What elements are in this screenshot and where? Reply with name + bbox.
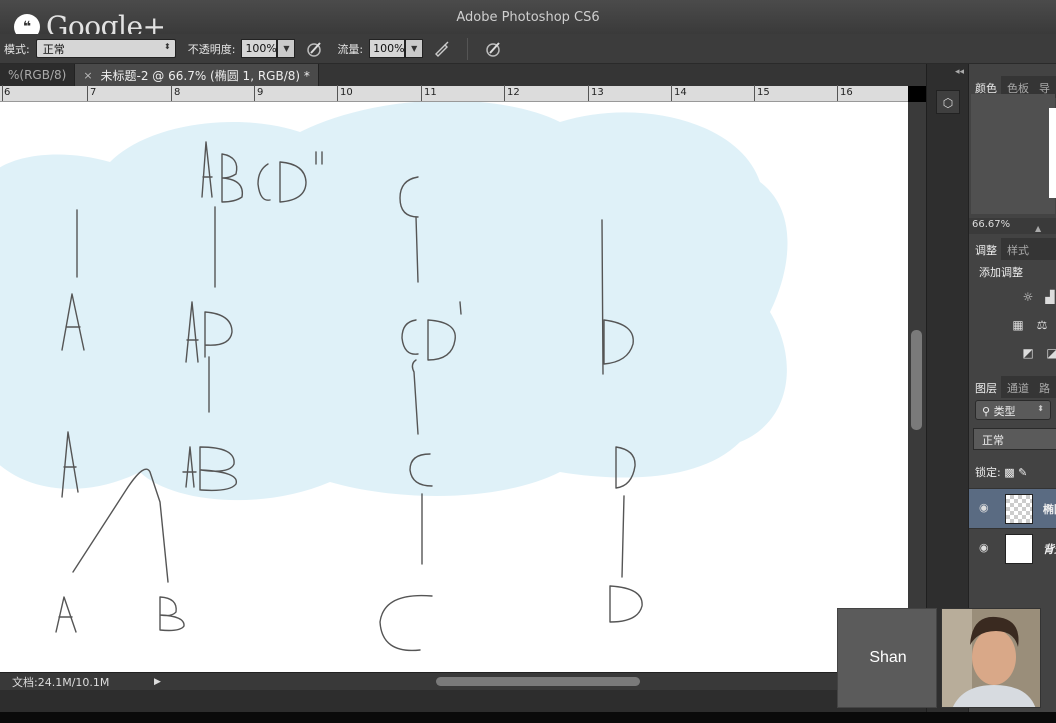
ruler-label: 15 [757,87,770,98]
color-balance-icon[interactable]: ⚖ [1035,318,1049,332]
screen-bottom-edge [0,712,1056,723]
ruler-label: 13 [591,87,604,98]
flow-dropdown-button[interactable]: ▼ [405,39,424,58]
drawing-layer [0,102,788,652]
cloud-shape [0,102,788,501]
hangout-participant-card[interactable]: Shan [837,608,937,708]
eye-icon[interactable]: ◉ [979,501,989,514]
updown-arrow-icon: ⬍ [164,42,171,51]
status-bar: 文档:24.1M/10.1M ▶ [0,672,926,690]
levels-icon[interactable]: ▟ [1043,290,1056,304]
zoom-out-icon[interactable]: ▲ [1035,224,1041,233]
layer-row-background[interactable]: ◉ 背景 [969,528,1056,568]
layer-row-ellipse[interactable]: ◉ 椭圆 1 [969,488,1056,528]
vertical-scrollbar[interactable] [908,102,926,672]
tab-layers[interactable]: 图层 [969,376,1001,398]
ruler-label: 14 [674,87,687,98]
tab-paths[interactable]: 路 [1033,376,1054,398]
document-canvas[interactable] [0,102,908,672]
vibrance-icon[interactable]: ▦ [1011,318,1025,332]
flow-input[interactable]: 100% [369,39,406,58]
tab-styles[interactable]: 样式 [1001,238,1033,260]
participant-name: Shan [869,649,907,666]
webcam-person-image [942,609,1040,707]
layer-name: 背景 [1043,543,1056,556]
layers-panel-tabs: 图层 通道 路 [969,376,1056,398]
tab-channels[interactable]: 通道 [1001,376,1033,398]
blend-mode-select[interactable]: 正常 [973,428,1056,450]
ruler-label: 11 [424,87,437,98]
brightness-icon[interactable]: ☼ [1021,290,1035,304]
mode-value: 正常 [42,42,65,56]
navigator-zoom-row: 66.67% ▲ [969,218,1056,234]
layer-filter-select[interactable]: ⚲ 类型 ⬍ [975,400,1051,420]
ruler-label: 8 [174,87,181,98]
layer-filter-value: 类型 [993,405,1016,418]
tab-label: 未标题-2 @ 66.7% (椭圆 1, RGB/8) * [100,68,310,83]
horizontal-ruler: 6 7 8 9 10 11 12 13 14 15 16 [0,85,908,102]
tab-untitled-2[interactable]: × 未标题-2 @ 66.7% (椭圆 1, RGB/8) * [75,64,319,86]
status-menu-arrow-icon[interactable]: ▶ [154,677,161,687]
tab-adjustments[interactable]: 调整 [969,238,1001,260]
close-icon[interactable]: × [83,69,92,82]
layer-thumbnail [1005,534,1033,564]
webcam-video-thumbnail[interactable] [941,608,1041,708]
layer-name: 椭圆 1 [1043,503,1056,516]
opacity-dropdown-button[interactable]: ▼ [277,39,296,58]
adjustment-panel-tabs: 调整 样式 [969,238,1056,260]
ruler-label: 9 [257,87,264,98]
lock-transparent-icon[interactable]: ▩ [1004,466,1014,479]
document-tab-bar: %(RGB/8) × 未标题-2 @ 66.7% (椭圆 1, RGB/8) * [0,64,926,86]
blend-mode-value: 正常 [982,434,1004,447]
mode-label: 模式: [4,42,30,56]
ruler-label: 16 [840,87,853,98]
collapse-panels-icon[interactable]: ◂◂ [955,67,964,77]
layer-thumbnail [1005,494,1033,524]
photo-filter-icon[interactable]: ◩ [1021,346,1035,360]
lock-row: 锁定: ▩ ✎ [975,464,1027,480]
channel-mixer-icon[interactable]: ◪ [1045,346,1056,360]
navigator-thumbnail [1049,108,1056,198]
title-bar: Adobe Photoshop CS6 ❝ Google+ [0,0,1056,43]
search-icon: ⚲ [982,405,994,418]
ruler-label: 7 [90,87,97,98]
options-separator [467,37,469,60]
tab-previous-document[interactable]: %(RGB/8) [0,64,76,86]
airbrush-icon[interactable] [431,38,453,60]
ruler-label: 10 [340,87,353,98]
pressure-opacity-icon[interactable] [303,38,325,60]
opacity-label: 不透明度: [187,42,236,56]
opacity-input[interactable]: 100% [241,39,278,58]
flow-label: 流量: [337,42,364,56]
lock-brush-icon[interactable]: ✎ [1018,466,1027,479]
lock-label: 锁定: [975,466,1001,479]
document-size-info: 文档:24.1M/10.1M [12,675,110,689]
add-adjustment-heading: 添加调整 [979,266,1023,279]
ruler-label: 6 [4,87,11,98]
horizontal-scroll-thumb[interactable] [436,677,640,686]
navigator-preview[interactable] [971,94,1056,214]
bottom-panel-strip [0,690,926,712]
3d-cube-icon[interactable]: ⬡ [936,90,960,114]
vertical-scroll-thumb[interactable] [911,330,922,430]
options-bar: 模式: 正常 ⬍ 不透明度: 100% ▼ 流量: 100% ▼ [0,34,1056,64]
zoom-value[interactable]: 66.67% [972,219,1010,230]
updown-arrow-icon: ⬍ [1037,404,1044,413]
eye-icon[interactable]: ◉ [979,541,989,554]
mode-select[interactable]: 正常 ⬍ [35,39,176,58]
ruler-label: 12 [507,87,520,98]
tab-label: %(RGB/8) [8,68,67,82]
pressure-size-icon[interactable] [482,38,504,60]
